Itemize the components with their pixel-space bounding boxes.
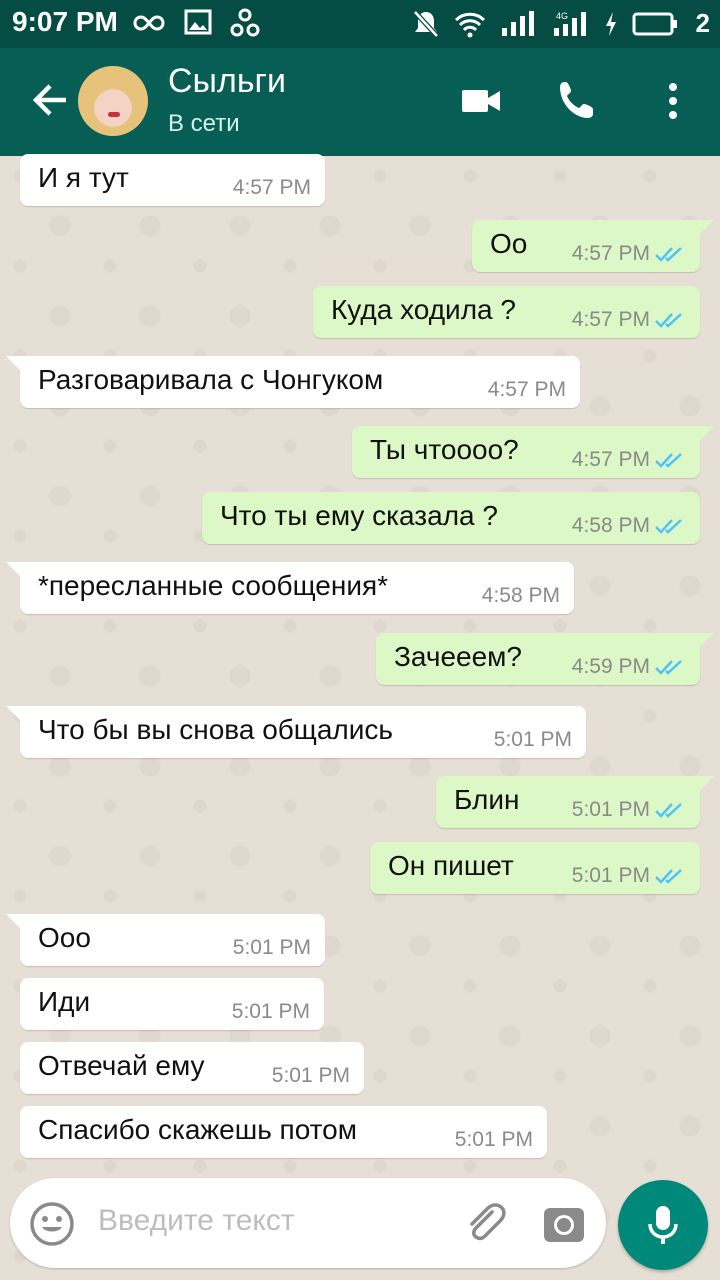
message-time: 4:58 PM xyxy=(571,514,650,537)
double-check-icon xyxy=(655,660,682,675)
more-options-icon[interactable] xyxy=(650,78,696,124)
message-time: 5:01 PM xyxy=(232,936,311,959)
message-time: 5:01 PM xyxy=(571,864,650,887)
message-bubble-outgoing[interactable]: Блин 5:01 PM xyxy=(436,776,714,828)
message-bubble-incoming[interactable]: Что бы вы снова общались 5:01 PM xyxy=(6,706,586,758)
status-time: 9:07 PM xyxy=(12,6,118,37)
message-time: 5:01 PM xyxy=(493,728,572,751)
attach-icon[interactable] xyxy=(462,1200,508,1246)
message-text: Спасибо скажешь потом xyxy=(38,1114,358,1145)
message-text: Ты чтоооо? xyxy=(370,434,519,465)
message-text: Блин xyxy=(454,784,520,815)
message-time: 5:01 PM xyxy=(571,798,650,821)
battery-icon xyxy=(632,12,677,35)
message-time: 4:57 PM xyxy=(571,308,650,331)
message-text: Он пишет xyxy=(388,850,514,881)
wifi-icon xyxy=(454,12,485,37)
charging-icon xyxy=(605,11,616,36)
message-text: Что ты ему сказала ? xyxy=(220,500,498,531)
message-text: *пересланные сообщения* xyxy=(38,570,389,601)
chat-area[interactable]: И я тут 4:57 PM Оо 4:57 PM Куда ходила ?… xyxy=(0,154,720,1280)
message-text: Зачееем? xyxy=(394,641,522,672)
message-text: Иди xyxy=(38,986,91,1017)
message-bubble-incoming[interactable]: *пересланные сообщения* 4:58 PM xyxy=(6,562,574,614)
message-bubble-outgoing[interactable]: Куда ходила ? 4:57 PM xyxy=(313,286,700,338)
infinity-icon xyxy=(133,15,165,31)
message-time: 4:57 PM xyxy=(571,242,650,265)
message-time: 4:58 PM xyxy=(481,584,560,607)
network-label: 4G xyxy=(556,11,568,21)
message-text: И я тут xyxy=(38,162,129,193)
double-check-icon xyxy=(655,519,682,534)
chat-header: Сыльги В сети xyxy=(0,48,720,156)
avatar[interactable] xyxy=(78,66,148,136)
mute-bell-icon xyxy=(412,9,439,38)
message-composer[interactable]: Введите текст xyxy=(10,1178,606,1268)
battery-level: 2 xyxy=(695,8,710,38)
message-time: 5:01 PM xyxy=(454,1128,533,1151)
message-bubble-incoming[interactable]: Спасибо скажешь потом 5:01 PM xyxy=(20,1106,547,1158)
message-bubble-incoming[interactable]: И я тут 4:57 PM xyxy=(20,154,325,206)
message-text: Оо xyxy=(490,228,528,259)
message-time: 5:01 PM xyxy=(271,1064,350,1087)
message-time: 4:57 PM xyxy=(232,176,311,199)
message-text: Что бы вы снова общались xyxy=(38,714,393,745)
message-bubble-outgoing[interactable]: Он пишет 5:01 PM xyxy=(370,842,700,894)
double-check-icon xyxy=(655,453,682,468)
emoji-icon[interactable] xyxy=(28,1200,76,1248)
double-check-icon xyxy=(655,803,682,818)
message-bubble-incoming[interactable]: Иди 5:01 PM xyxy=(20,978,324,1030)
message-text: Ооо xyxy=(38,922,91,953)
double-check-icon xyxy=(655,247,682,262)
message-bubble-incoming[interactable]: Отвечай ему 5:01 PM xyxy=(20,1042,364,1094)
status-right-icons: 4G 2 xyxy=(412,8,710,39)
message-time: 4:57 PM xyxy=(571,448,650,471)
double-check-icon xyxy=(655,869,682,884)
message-text: Разговаривала с Чонгуком xyxy=(38,364,384,395)
mic-button[interactable] xyxy=(618,1180,708,1270)
connection-icon xyxy=(230,8,260,37)
camera-icon[interactable] xyxy=(542,1202,586,1246)
phone-icon[interactable] xyxy=(554,78,600,124)
back-arrow-icon[interactable] xyxy=(28,78,72,122)
signal-4g-icon: 4G xyxy=(553,11,586,36)
status-left-icons xyxy=(132,8,260,38)
signal-icon xyxy=(501,10,534,36)
message-bubble-outgoing[interactable]: Зачееем? 4:59 PM xyxy=(376,633,714,685)
message-time: 4:57 PM xyxy=(487,378,566,401)
message-bubble-incoming[interactable]: Ооо 5:01 PM xyxy=(6,914,325,966)
message-bubble-outgoing[interactable]: Что ты ему сказала ? 4:58 PM xyxy=(202,492,700,544)
message-text: Куда ходила ? xyxy=(331,294,516,325)
message-bubble-outgoing[interactable]: Ты чтоооо? 4:57 PM xyxy=(352,426,714,478)
message-time: 4:59 PM xyxy=(571,655,650,678)
message-bubble-incoming[interactable]: Разговаривала с Чонгуком 4:57 PM xyxy=(6,356,580,408)
video-call-icon[interactable] xyxy=(458,78,504,124)
contact-name[interactable]: Сыльги xyxy=(168,62,286,101)
status-bar: 9:07 PM 4G 2 xyxy=(0,0,720,48)
message-text: Отвечай ему xyxy=(38,1050,205,1081)
message-time: 5:01 PM xyxy=(231,1000,310,1023)
mic-icon xyxy=(648,1206,678,1244)
gallery-icon xyxy=(184,9,212,35)
contact-status: В сети xyxy=(168,110,240,137)
message-bubble-outgoing[interactable]: Оо 4:57 PM xyxy=(472,220,714,272)
double-check-icon xyxy=(655,313,682,328)
message-input[interactable]: Введите текст xyxy=(98,1204,295,1238)
